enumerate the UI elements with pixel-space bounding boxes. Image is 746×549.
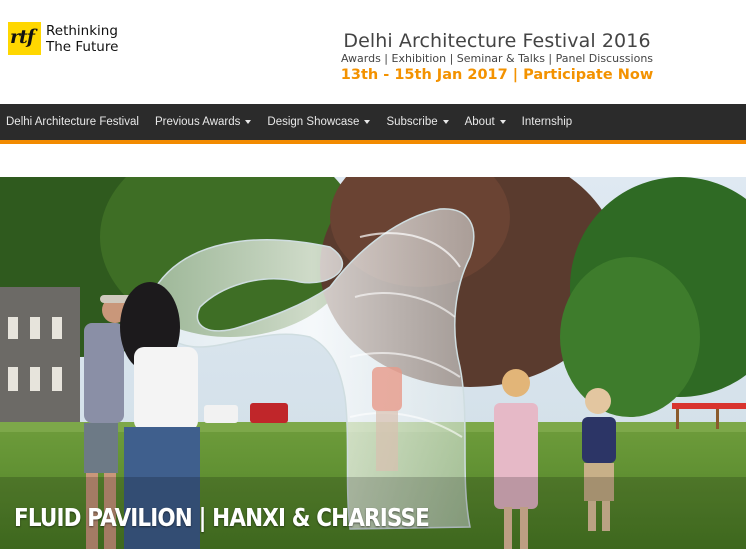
logo-line-2: The Future (46, 38, 119, 55)
caret-down-icon (499, 120, 506, 124)
nav-label: Internship (521, 116, 573, 128)
nav-item-subscribe[interactable]: Subscribe (378, 104, 456, 140)
nav-label: Subscribe (386, 116, 438, 128)
main-nav: Delhi Architecture Festival Previous Awa… (0, 104, 746, 140)
site-logo[interactable]: rtf Rethinking The Future (8, 22, 118, 55)
logo-line-1: Rethinking (46, 22, 118, 39)
hero-photo (0, 177, 746, 549)
logo-mark: rtf (8, 22, 41, 55)
caret-down-icon (245, 120, 252, 124)
nav-label: Design Showcase (267, 116, 360, 128)
nav-item-design-showcase[interactable]: Design Showcase (259, 104, 378, 140)
site-header: rtf Rethinking The Future Delhi Architec… (0, 0, 746, 104)
banner-cta[interactable]: 13th - 15th Jan 2017 | Participate Now (300, 66, 694, 84)
nav-item-previous-awards[interactable]: Previous Awards (147, 104, 259, 140)
nav-label: Previous Awards (154, 116, 241, 128)
nav-accent-stripe (0, 140, 746, 144)
banner-title: Delhi Architecture Festival 2016 (343, 30, 651, 52)
festival-banner[interactable]: Delhi Architecture Festival 2016 Awards … (300, 30, 694, 84)
nav-item-about[interactable]: About (457, 104, 514, 140)
nav-item-delhi-architecture-festival[interactable]: Delhi Architecture Festival (0, 104, 147, 140)
banner-subtitle: Awards | Exhibition | Seminar & Talks | … (340, 52, 654, 65)
hero-slide[interactable]: FLUID PAVILION | HANXI & CHARISSE (0, 177, 746, 549)
caret-down-icon (442, 120, 449, 124)
logo-mark-text: rtf (10, 26, 35, 48)
nav-item-internship[interactable]: Internship (514, 104, 581, 140)
hero-caption[interactable]: FLUID PAVILION | HANXI & CHARISSE (14, 503, 430, 532)
caret-down-icon (364, 120, 371, 124)
nav-label: Delhi Architecture Festival (6, 116, 139, 128)
nav-label: About (464, 116, 495, 128)
logo-text: Rethinking The Future (46, 23, 118, 55)
